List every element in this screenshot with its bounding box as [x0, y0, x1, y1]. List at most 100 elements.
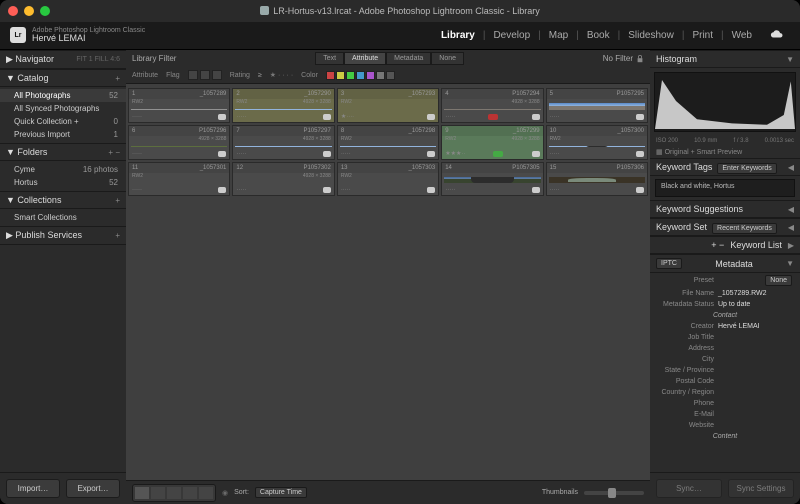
- minimize-window-icon[interactable]: [24, 6, 34, 16]
- grid-cell[interactable]: 14P1057305·····: [441, 162, 543, 196]
- metadata-section-header: Content: [650, 431, 800, 442]
- library-filter-bar: Library Filter TextAttributeMetadataNone…: [126, 50, 650, 84]
- publish-header[interactable]: ▶ Publish Services+: [0, 226, 126, 245]
- user-name: Hervé LEMAI: [32, 34, 145, 44]
- document-icon: [260, 6, 269, 15]
- histogram-header[interactable]: Histogram▼: [650, 50, 800, 68]
- catalog-item[interactable]: All Photographs52: [0, 89, 126, 102]
- left-panel: ▶ Navigator FIT 1 FILL 4:6 ▼ Catalog+ Al…: [0, 50, 126, 504]
- metadata-field[interactable]: Address: [650, 343, 800, 354]
- color-filter[interactable]: [326, 71, 395, 80]
- metadata-view-dropdown[interactable]: IPTC: [656, 258, 682, 269]
- titlebar: LR-Hortus-v13.lrcat - Adobe Photoshop Li…: [0, 0, 800, 22]
- grid-cell[interactable]: 11_1057301RW2·····: [128, 162, 230, 196]
- metadata-field[interactable]: Website: [650, 420, 800, 431]
- module-map[interactable]: Map: [543, 28, 574, 43]
- zoom-window-icon[interactable]: [40, 6, 50, 16]
- keyword-list-header[interactable]: + −Keyword List▶: [650, 236, 800, 254]
- module-web[interactable]: Web: [726, 28, 758, 43]
- filter-tab-text[interactable]: Text: [315, 52, 344, 65]
- keyword-suggestions-header[interactable]: Keyword Suggestions◀: [650, 200, 800, 218]
- grid-cell[interactable]: 3_1057293RW2★····: [337, 88, 439, 123]
- painter-icon[interactable]: ◉: [222, 489, 228, 497]
- metadata-section-header: Contact: [650, 310, 800, 321]
- keyword-mode-dropdown[interactable]: Enter Keywords: [717, 163, 776, 174]
- keyword-set-header[interactable]: Keyword Set Recent Keywords ◀: [650, 218, 800, 236]
- module-book[interactable]: Book: [581, 28, 616, 43]
- filter-tab-metadata[interactable]: Metadata: [386, 52, 431, 65]
- grid-cell[interactable]: 2_1057290RW24928 × 3288·····: [232, 88, 334, 123]
- grid-cell[interactable]: 1_1057289RW2·····: [128, 88, 230, 123]
- survey-view-icon[interactable]: [183, 487, 197, 499]
- grid-cell[interactable]: 4P10572944928 × 3288·····: [441, 88, 543, 123]
- folder-item[interactable]: Hortus52: [0, 176, 126, 189]
- compare-view-icon[interactable]: [167, 487, 181, 499]
- filter-tab-attribute[interactable]: Attribute: [344, 52, 386, 65]
- catalog-item[interactable]: All Synced Photographs: [0, 102, 126, 115]
- metadata-field[interactable]: Metadata StatusUp to date: [650, 299, 800, 310]
- histogram[interactable]: [654, 72, 796, 132]
- metadata-field[interactable]: City: [650, 354, 800, 365]
- metadata-field[interactable]: Postal Code: [650, 376, 800, 387]
- module-print[interactable]: Print: [686, 28, 719, 43]
- close-window-icon[interactable]: [8, 6, 18, 16]
- grid-cell[interactable]: 15P1057306·····: [546, 162, 648, 196]
- module-library[interactable]: Library: [435, 28, 481, 43]
- metadata-field[interactable]: State / Province: [650, 365, 800, 376]
- flag-filter[interactable]: [188, 70, 222, 80]
- sync-button[interactable]: Sync…: [656, 479, 722, 498]
- cloud-sync-icon[interactable]: [760, 27, 790, 44]
- metadata-field[interactable]: Phone: [650, 398, 800, 409]
- navigator-header[interactable]: ▶ Navigator FIT 1 FILL 4:6: [0, 50, 126, 69]
- grid-cell[interactable]: 10_1057300RW2·····: [546, 125, 648, 160]
- view-mode-switch[interactable]: [132, 484, 216, 502]
- filter-tab-none[interactable]: None: [431, 52, 464, 65]
- grid-cell[interactable]: 9_1057299RW24928 × 3288★★★··: [441, 125, 543, 160]
- sort-dropdown[interactable]: Capture Time: [255, 487, 307, 498]
- module-slideshow[interactable]: Slideshow: [622, 28, 680, 43]
- lock-icon[interactable]: [636, 55, 644, 63]
- grid-cell[interactable]: 6P10572964928 × 3288·····: [128, 125, 230, 160]
- rating-filter[interactable]: ★ · · · ·: [270, 71, 293, 79]
- thumbnail-size-slider[interactable]: [584, 491, 644, 495]
- grid-cell[interactable]: 12P10573024928 × 3288·····: [232, 162, 334, 196]
- module-develop[interactable]: Develop: [487, 28, 536, 43]
- collection-item[interactable]: Smart Collections: [0, 211, 126, 224]
- grid-cell[interactable]: 8_1057298RW2·····: [337, 125, 439, 160]
- grid-cell[interactable]: 13_1057303RW2·····: [337, 162, 439, 196]
- grid-view-icon[interactable]: [135, 487, 149, 499]
- keyword-input[interactable]: Black and white, Hortus: [655, 179, 795, 197]
- sync-settings-button[interactable]: Sync Settings: [728, 479, 794, 498]
- photo-grid[interactable]: 1_1057289RW2·····2_1057290RW24928 × 3288…: [126, 84, 650, 480]
- metadata-field[interactable]: File Name_1057289.RW2: [650, 288, 800, 299]
- people-view-icon[interactable]: [199, 487, 213, 499]
- window-title: LR-Hortus-v13.lrcat - Adobe Photoshop Li…: [273, 6, 540, 16]
- keywording-header[interactable]: Keyword Tags Enter Keywords ◀: [650, 158, 800, 176]
- metadata-field[interactable]: E-Mail: [650, 409, 800, 420]
- catalog-header[interactable]: ▼ Catalog+: [0, 69, 126, 87]
- lightroom-logo-icon: Lr: [10, 27, 26, 43]
- metadata-field[interactable]: Country / Region: [650, 387, 800, 398]
- metadata-preset-dropdown[interactable]: None: [765, 275, 792, 286]
- catalog-item[interactable]: Quick Collection +0: [0, 115, 126, 128]
- metadata-field[interactable]: Job Title: [650, 332, 800, 343]
- grid-cell[interactable]: 5P1057295·····: [546, 88, 648, 123]
- library-filter-label: Library Filter: [132, 54, 176, 63]
- grid-toolbar: ◉ Sort: Capture Time Thumbnails: [126, 480, 650, 504]
- loupe-view-icon[interactable]: [151, 487, 165, 499]
- identity-plate[interactable]: Lr Adobe Photoshop Lightroom Classic Her…: [10, 27, 145, 45]
- center-panel: Library Filter TextAttributeMetadataNone…: [126, 50, 650, 504]
- keyword-set-dropdown[interactable]: Recent Keywords: [712, 223, 777, 234]
- metadata-field[interactable]: CreatorHervé LEMAI: [650, 321, 800, 332]
- no-filter-preset[interactable]: No Filter: [603, 54, 633, 63]
- folder-item[interactable]: Cyme16 photos: [0, 163, 126, 176]
- catalog-item[interactable]: Previous Import1: [0, 128, 126, 141]
- preview-status: ▦ Original + Smart Preview: [650, 146, 800, 158]
- folders-header[interactable]: ▼ Folders+ −: [0, 143, 126, 161]
- module-bar: Lr Adobe Photoshop Lightroom Classic Her…: [0, 22, 800, 50]
- grid-cell[interactable]: 7P10572974928 × 3288·····: [232, 125, 334, 160]
- metadata-header[interactable]: IPTC Metadata▼: [650, 254, 800, 273]
- collections-header[interactable]: ▼ Collections+: [0, 191, 126, 209]
- import-button[interactable]: Import…: [6, 479, 60, 498]
- export-button[interactable]: Export…: [66, 479, 120, 498]
